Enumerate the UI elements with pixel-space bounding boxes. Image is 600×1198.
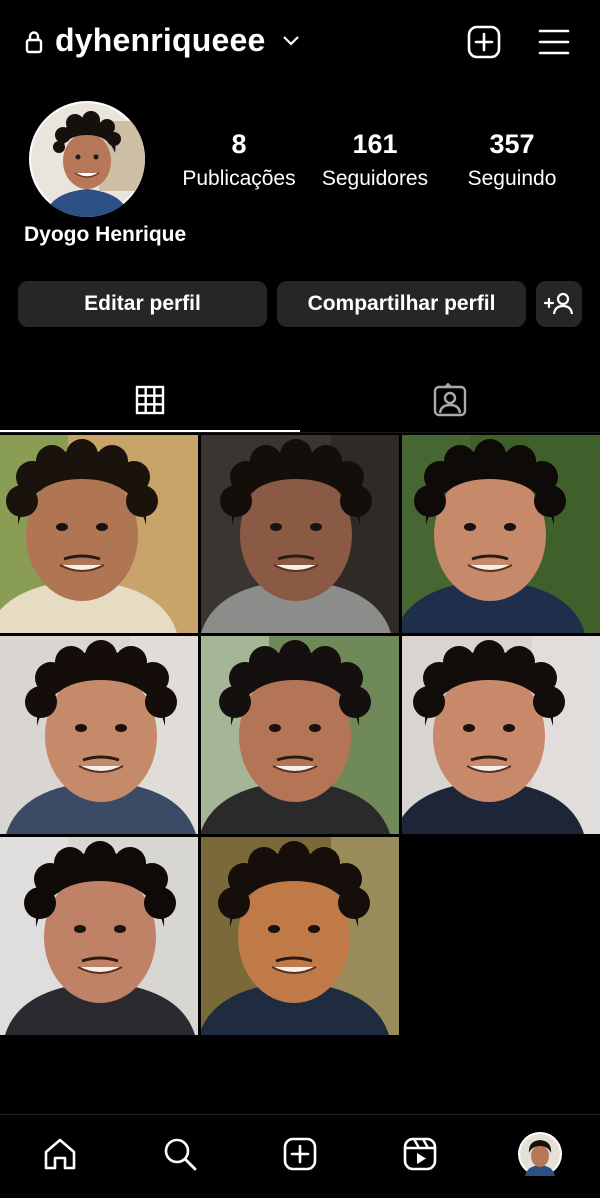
profile-avatar-icon[interactable] <box>515 1129 565 1179</box>
stat-value: 357 <box>489 129 535 159</box>
edit-profile-button[interactable]: Editar perfil <box>18 281 267 327</box>
create-icon[interactable] <box>275 1129 325 1179</box>
share-profile-button[interactable]: Compartilhar perfil <box>277 281 526 327</box>
grid-icon <box>135 385 165 415</box>
stat-label: Publicações <box>182 167 296 190</box>
post-thumbnail[interactable] <box>0 435 198 633</box>
profile-full-name: Dyogo Henrique <box>24 223 187 246</box>
stat-label: Seguindo <box>467 167 557 190</box>
lock-icon <box>24 30 44 54</box>
stat-value: 8 <box>231 129 247 159</box>
new-post-icon[interactable] <box>464 22 504 62</box>
search-icon[interactable] <box>155 1129 205 1179</box>
chevron-down-icon[interactable] <box>282 34 300 48</box>
post-thumbnail[interactable] <box>0 837 198 1035</box>
home-icon[interactable] <box>35 1129 85 1179</box>
post-thumbnail[interactable] <box>402 636 600 834</box>
stat-value: 161 <box>352 129 398 159</box>
tagged-person-icon <box>433 383 467 417</box>
post-thumbnail[interactable] <box>201 837 399 1035</box>
post-thumbnail[interactable] <box>0 636 198 834</box>
stat-label: Seguidores <box>321 167 429 190</box>
menu-icon[interactable] <box>534 22 574 62</box>
stat-followers[interactable]: 161 Seguidores <box>305 128 445 194</box>
post-thumbnail[interactable] <box>201 636 399 834</box>
account-switcher[interactable]: dyhenriqueee <box>55 22 265 59</box>
post-thumbnail[interactable] <box>201 435 399 633</box>
profile-avatar[interactable] <box>29 101 145 217</box>
active-tab-indicator <box>0 430 300 432</box>
bottom-navigation <box>0 1114 600 1198</box>
stat-posts[interactable]: 8 Publicações <box>169 128 309 194</box>
top-bar: dyhenriqueee <box>0 0 600 86</box>
tab-grid[interactable] <box>0 370 300 430</box>
tab-tagged[interactable] <box>300 370 600 430</box>
tab-divider <box>0 432 600 433</box>
post-thumbnail[interactable] <box>402 435 600 633</box>
add-person-icon[interactable] <box>536 281 582 327</box>
stat-following[interactable]: 357 Seguindo <box>442 128 582 194</box>
reels-icon[interactable] <box>395 1129 445 1179</box>
